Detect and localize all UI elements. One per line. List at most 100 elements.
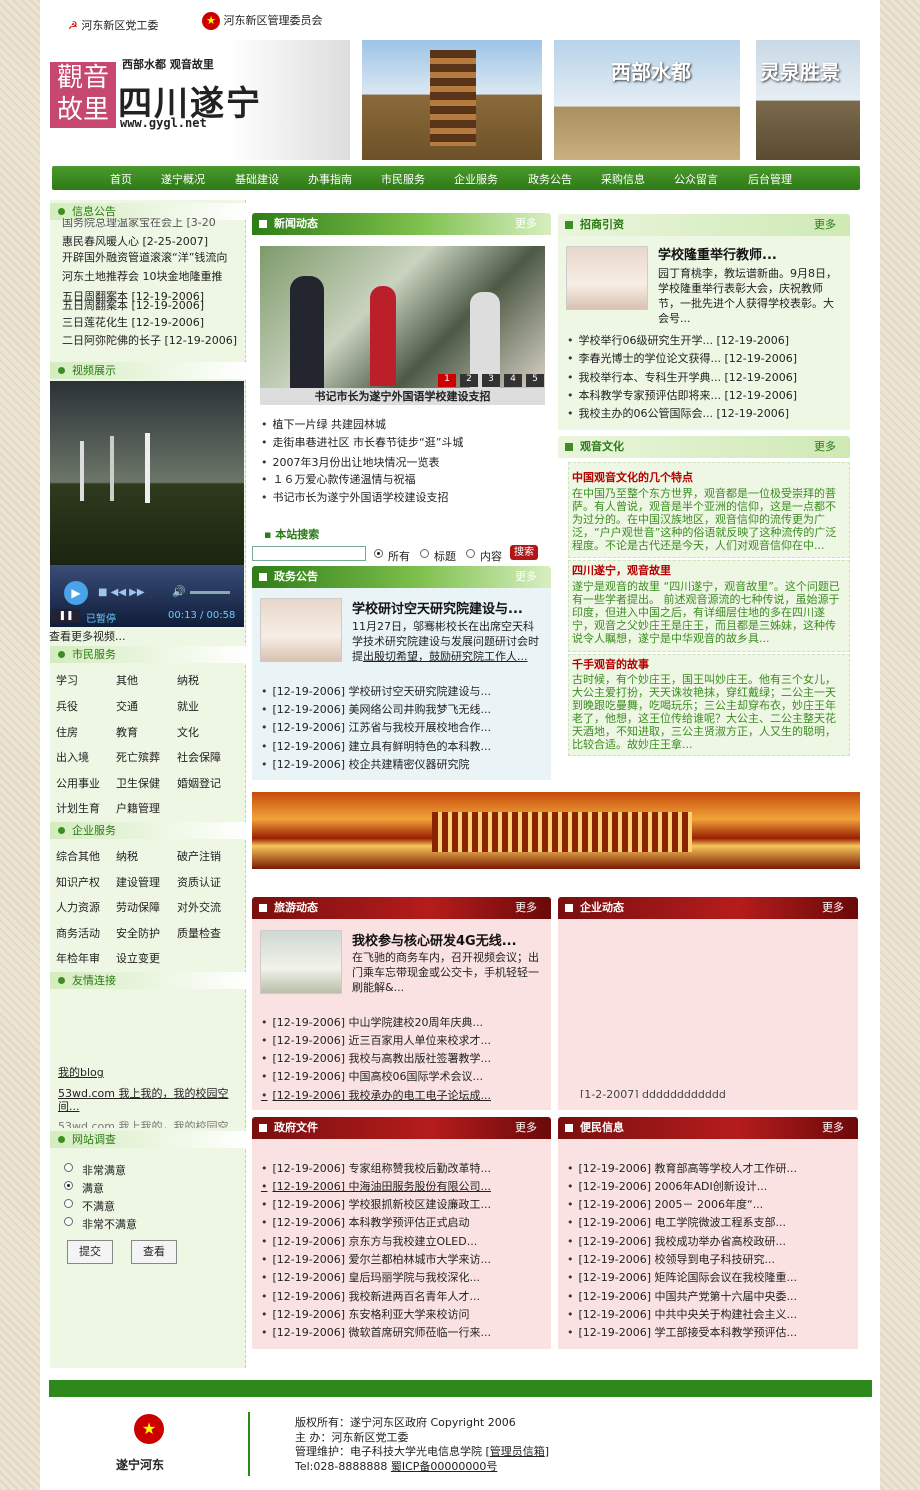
notice-item[interactable]: 国务院总理温家宝在会上 [3-20 bbox=[62, 218, 216, 230]
gov-doc-item[interactable]: [12-19-2006] 我校新进两百名青年人才... bbox=[261, 1288, 481, 1304]
notice-item[interactable]: 惠民春风暖人心 [2-25-2007] bbox=[62, 233, 208, 249]
travel-item[interactable]: [12-19-2006] 中山学院建校20周年庆典... bbox=[261, 1014, 484, 1030]
service-link[interactable]: 建设管理 bbox=[116, 874, 160, 890]
service-link[interactable]: 商务活动 bbox=[56, 925, 100, 941]
convenience-item[interactable]: [12-19-2006] 电工学院微波工程系支部... bbox=[567, 1214, 787, 1230]
investment-item[interactable]: 我校主办的06公管国际会... [12-19-2006] bbox=[567, 405, 790, 421]
service-link[interactable]: 劳动保障 bbox=[116, 899, 160, 915]
search-button[interactable]: 搜索 bbox=[510, 545, 538, 560]
notice-item[interactable]: 河东土地推荐会 10块金地隆重推 bbox=[62, 268, 223, 284]
gov-notice-more-link[interactable]: 更多 bbox=[515, 566, 537, 588]
travel-item[interactable]: [12-19-2006] 近三百家用人单位来校求才... bbox=[261, 1032, 492, 1048]
service-link[interactable]: 知识产权 bbox=[56, 874, 100, 890]
nav-item-message[interactable]: 公众留言 bbox=[674, 171, 718, 187]
service-link[interactable]: 人力资源 bbox=[56, 899, 100, 915]
survey-submit-button[interactable]: 提交 bbox=[67, 1240, 113, 1264]
investment-item[interactable]: 学校举行06级研究生开学... [12-19-2006] bbox=[567, 332, 790, 348]
enterprise-news-ticker[interactable]: [1-2-2007] dddddddddddd bbox=[580, 1088, 726, 1098]
service-link[interactable]: 年检年审 bbox=[56, 950, 100, 966]
notice-item[interactable]: 二日阿弥陀佛的长子 [12-19-2006] bbox=[62, 332, 237, 348]
service-link[interactable]: 学习 bbox=[56, 672, 78, 688]
slide-page-button[interactable]: 4 bbox=[504, 374, 522, 387]
convenience-item[interactable]: [12-19-2006] 中国共产党第十六届中央委... bbox=[567, 1288, 798, 1304]
gov-notice-item[interactable]: [12-19-2006] 美网络公司井购我梦飞无线... bbox=[261, 701, 492, 717]
news-item[interactable]: １６万爱心款传递温情与祝福 bbox=[261, 471, 416, 487]
search-scope-content-radio[interactable] bbox=[466, 549, 475, 558]
service-link[interactable]: 公用事业 bbox=[56, 775, 100, 791]
search-scope-title-radio[interactable] bbox=[420, 549, 429, 558]
nav-item-infrastructure[interactable]: 基础建设 bbox=[235, 171, 279, 187]
travel-item[interactable]: [12-19-2006] 我校与高教出版社签署教学... bbox=[261, 1050, 492, 1066]
notice-item[interactable]: 三日莲花化生 [12-19-2006] bbox=[62, 314, 204, 330]
survey-view-button[interactable]: 查看 bbox=[131, 1240, 177, 1264]
survey-option-radio[interactable] bbox=[64, 1181, 73, 1190]
slide-page-button[interactable]: 3 bbox=[482, 374, 500, 387]
culture-block-title[interactable]: 千手观音的故事 bbox=[572, 656, 649, 672]
volume-slider[interactable] bbox=[190, 591, 230, 594]
news-item[interactable]: 走街串巷进社区 市长春节徒步“逛”斗城 bbox=[261, 434, 464, 450]
nav-item-government[interactable]: 政务公告 bbox=[528, 171, 572, 187]
survey-option-radio[interactable] bbox=[64, 1217, 73, 1226]
investment-item[interactable]: 本科教学专家预评估即将来... [12-19-2006] bbox=[567, 387, 798, 403]
gov-doc-item[interactable]: [12-19-2006] 京东方与我校建立OLED... bbox=[261, 1233, 478, 1249]
gov-notice-item[interactable]: [12-19-2006] 江苏省与我校开展校地合作... bbox=[261, 719, 492, 735]
gov-notice-item[interactable]: [12-19-2006] 校企共建精密仪器研究院 bbox=[261, 756, 470, 772]
service-link[interactable]: 教育 bbox=[116, 724, 138, 740]
service-link[interactable]: 出入境 bbox=[56, 749, 89, 765]
service-link[interactable]: 纳税 bbox=[177, 672, 199, 688]
investment-headline[interactable]: 学校隆重举行教师... bbox=[658, 244, 777, 263]
gov-doc-item[interactable]: [12-19-2006] 东安格利亚大学来校访问 bbox=[261, 1306, 470, 1322]
investment-item[interactable]: 李春光博士的学位论文获得... [12-19-2006] bbox=[567, 350, 798, 366]
video-frame[interactable] bbox=[50, 381, 244, 565]
icp-link[interactable]: 蜀ICP备00000000号 bbox=[391, 1460, 498, 1473]
search-input[interactable] bbox=[252, 546, 366, 561]
service-link[interactable]: 交通 bbox=[116, 698, 138, 714]
convenience-item[interactable]: [12-19-2006] 2005－ 2006年度“... bbox=[567, 1196, 764, 1212]
service-link[interactable]: 就业 bbox=[177, 698, 199, 714]
culture-more-link[interactable]: 更多 bbox=[814, 436, 836, 458]
gov-doc-item[interactable]: [12-19-2006] 爱尔兰都柏林城市大学来访... bbox=[261, 1251, 492, 1267]
travel-item[interactable]: [12-19-2006] 中国高校06国际学术会议... bbox=[261, 1068, 484, 1084]
investment-item[interactable]: 我校举行本、专科生开学典... [12-19-2006] bbox=[567, 369, 798, 385]
search-scope-all-radio[interactable] bbox=[374, 549, 383, 558]
gov-doc-item[interactable]: [12-19-2006] 微软首席研究师莅临一行来... bbox=[261, 1324, 492, 1340]
friend-link[interactable]: 53wd.com 我上我的，我的校园空间... bbox=[58, 1087, 230, 1113]
party-link[interactable]: ☭ 河东新区党工委 bbox=[68, 17, 158, 33]
convenience-item[interactable]: [12-19-2006] 教育部高等学校人才工作研... bbox=[567, 1160, 798, 1176]
service-link[interactable]: 住房 bbox=[56, 724, 78, 740]
service-link[interactable]: 文化 bbox=[177, 724, 199, 740]
service-link[interactable]: 资质认证 bbox=[177, 874, 221, 890]
convenience-item[interactable]: [12-19-2006] 矩阵论国际会议在我校隆重... bbox=[567, 1269, 798, 1285]
service-link[interactable]: 破产注销 bbox=[177, 848, 221, 864]
enterprise-news-more-link[interactable]: 更多 bbox=[822, 897, 844, 919]
news-item[interactable]: 植下一片绿 共建园林城 bbox=[261, 416, 387, 432]
service-link[interactable]: 兵役 bbox=[56, 698, 78, 714]
notice-item[interactable]: 开辟国外融资管道滚滚“洋”钱流向 bbox=[62, 249, 227, 265]
gov-notice-item[interactable]: [12-19-2006] 学校研讨空天研究院建设与... bbox=[261, 683, 492, 699]
service-link[interactable]: 计划生育 bbox=[56, 800, 100, 816]
committee-link[interactable]: ★ 河东新区管理委员会 bbox=[202, 12, 323, 30]
notice-item[interactable]: 五日周翻案本 [12-19-2006] bbox=[62, 297, 204, 313]
travel-headline[interactable]: 我校参与核心研发4G无线... bbox=[352, 930, 517, 949]
stop-icon[interactable]: ■ ◀◀ ▶▶ bbox=[98, 587, 145, 598]
service-link[interactable]: 对外交流 bbox=[177, 899, 221, 915]
friend-link[interactable]: 53wd.com 我上我的，我的校园空 bbox=[58, 1120, 230, 1128]
gov-doc-item[interactable]: [12-19-2006] 专家组称赞我校后勤改革特... bbox=[261, 1160, 492, 1176]
friend-link[interactable]: 我的blog bbox=[58, 1064, 104, 1080]
volume-icon[interactable]: 🔊 bbox=[172, 585, 186, 598]
gov-doc-item[interactable]: [12-19-2006] 皇后玛丽学院与我校深化... bbox=[261, 1269, 481, 1285]
culture-block-title[interactable]: 四川遂宁，观音故里 bbox=[572, 562, 671, 578]
convenience-item[interactable]: [12-19-2006] 校领导到电子科技研究... bbox=[567, 1251, 776, 1267]
gov-notice-item[interactable]: [12-19-2006] 建立具有鲜明特色的本科教... bbox=[261, 738, 492, 754]
slide-page-button[interactable]: 2 bbox=[460, 374, 478, 387]
service-link[interactable]: 卫生保健 bbox=[116, 775, 160, 791]
news-more-link[interactable]: 更多 bbox=[515, 213, 537, 235]
news-photo-caption[interactable]: 书记市长为遂宁外国语学校建设支招 bbox=[260, 388, 545, 405]
nav-item-home[interactable]: 首页 bbox=[110, 171, 132, 187]
investment-more-link[interactable]: 更多 bbox=[814, 214, 836, 236]
survey-option-radio[interactable] bbox=[64, 1163, 73, 1172]
nav-item-enterprise[interactable]: 企业服务 bbox=[454, 171, 498, 187]
service-link[interactable]: 质量检查 bbox=[177, 925, 221, 941]
culture-block-title[interactable]: 中国观音文化的几个特点 bbox=[572, 469, 693, 485]
nav-item-overview[interactable]: 遂宁概况 bbox=[161, 171, 205, 187]
